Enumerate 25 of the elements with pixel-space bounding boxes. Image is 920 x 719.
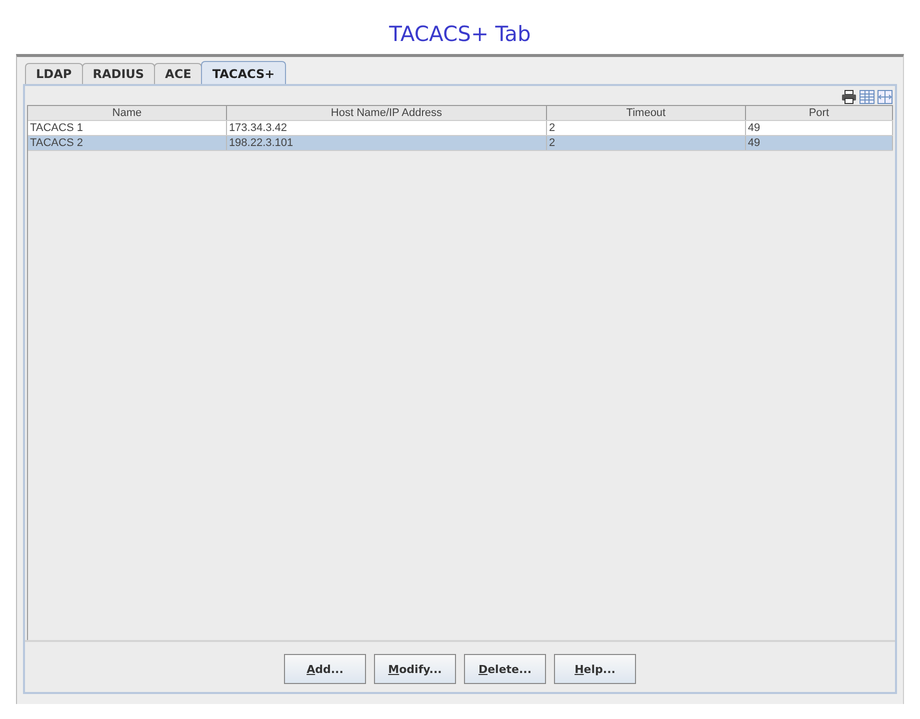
tab[interactable]: RADIUS xyxy=(82,63,156,84)
table-row[interactable]: TACACS 2 198.22.3.101 2 49 xyxy=(28,136,893,151)
dialog-button[interactable]: Delete... xyxy=(464,654,546,684)
table-row[interactable]: TACACS 1 173.34.3.42 2 49 xyxy=(28,121,893,136)
table-cell: 173.34.3.42 xyxy=(226,121,547,135)
tab[interactable]: LDAP xyxy=(25,63,83,84)
table-cell: 2 xyxy=(546,136,746,150)
page-title: TACACS+ Tab xyxy=(389,22,531,48)
tab[interactable]: ACE xyxy=(154,63,202,84)
dialog-button[interactable]: Add... xyxy=(284,654,366,684)
tab[interactable]: TACACS+ xyxy=(201,61,286,84)
column-header[interactable]: Timeout xyxy=(546,106,746,120)
table-cell: 198.22.3.101 xyxy=(226,136,547,150)
table-cell: 49 xyxy=(746,121,893,135)
dialog-button[interactable]: Modify... xyxy=(374,654,456,684)
column-header[interactable]: Port xyxy=(746,106,893,120)
table-cell: 2 xyxy=(546,121,746,135)
column-resize-icon[interactable] xyxy=(877,90,893,104)
dialog-button[interactable]: Help... xyxy=(554,654,636,684)
table-cell: 49 xyxy=(746,136,893,150)
print-icon[interactable] xyxy=(841,90,857,104)
column-header[interactable]: Host Name/IP Address xyxy=(226,106,547,120)
column-header[interactable]: Name xyxy=(28,106,227,120)
table-cell: TACACS 1 xyxy=(28,121,227,135)
table-cell: TACACS 2 xyxy=(28,136,227,150)
